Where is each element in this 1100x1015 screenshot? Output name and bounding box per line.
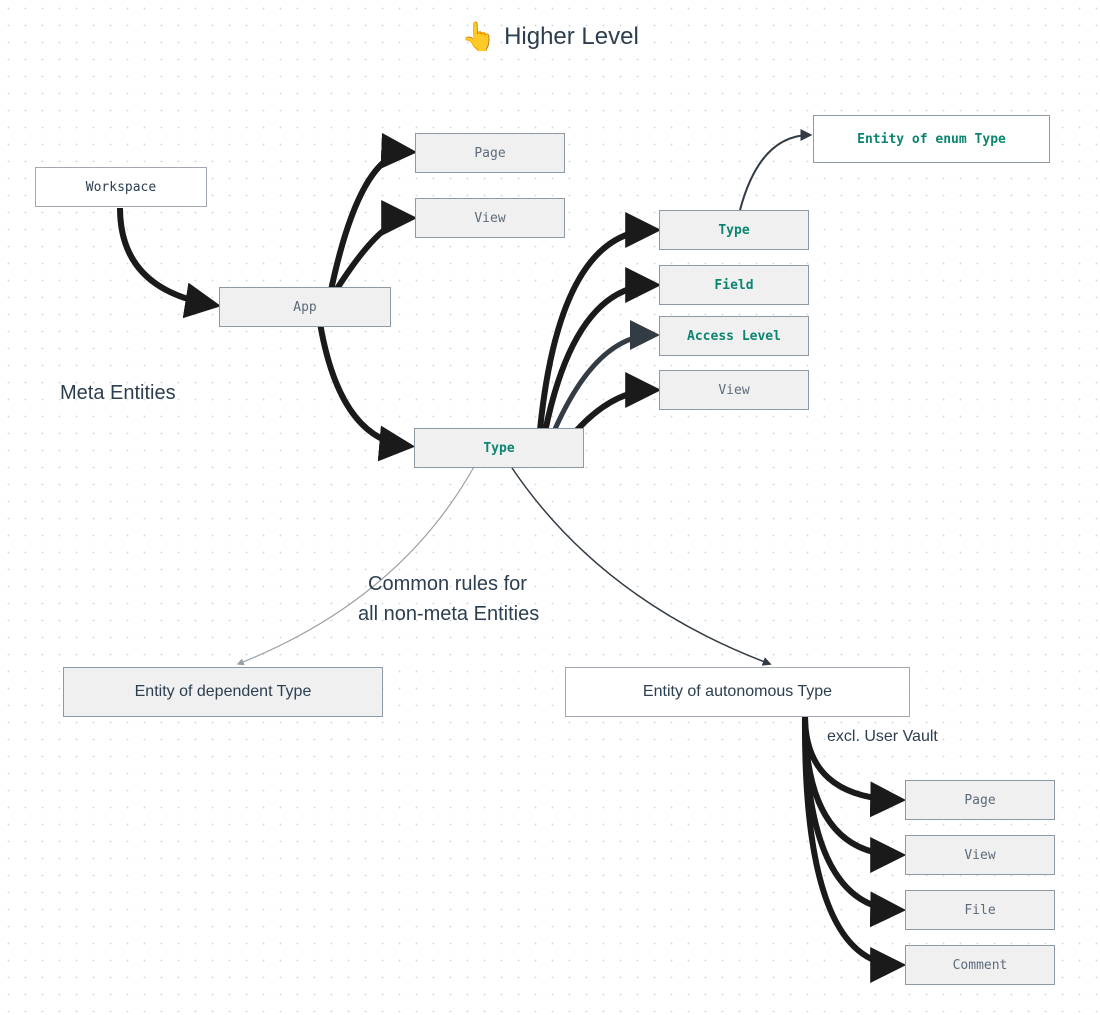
node-type-right: Type (659, 210, 809, 250)
label-excl-user-vault: excl. User Vault (827, 728, 938, 746)
label-common-rules-2: all non-meta Entities (358, 603, 539, 626)
label-meta-entities: Meta Entities (60, 382, 176, 405)
node-workspace: Workspace (35, 167, 207, 207)
node-dependent-entity: Entity of dependent Type (63, 667, 383, 717)
node-file: File (905, 890, 1055, 930)
node-view-2: View (659, 370, 809, 410)
node-type-center: Type (414, 428, 584, 468)
label-common-rules-1: Common rules for (368, 573, 527, 596)
node-page-2: Page (905, 780, 1055, 820)
pointing-up-icon: 👆 (461, 20, 496, 53)
diagram-title: 👆 Higher Level (461, 20, 639, 53)
node-enum-entity: Entity of enum Type (813, 115, 1050, 163)
node-field: Field (659, 265, 809, 305)
node-comment: Comment (905, 945, 1055, 985)
node-autonomous-entity: Entity of autonomous Type (565, 667, 910, 717)
node-app: App (219, 287, 391, 327)
node-access-level: Access Level (659, 316, 809, 356)
node-page-1: Page (415, 133, 565, 173)
node-view-3: View (905, 835, 1055, 875)
title-text: Higher Level (504, 23, 639, 51)
node-view-1: View (415, 198, 565, 238)
